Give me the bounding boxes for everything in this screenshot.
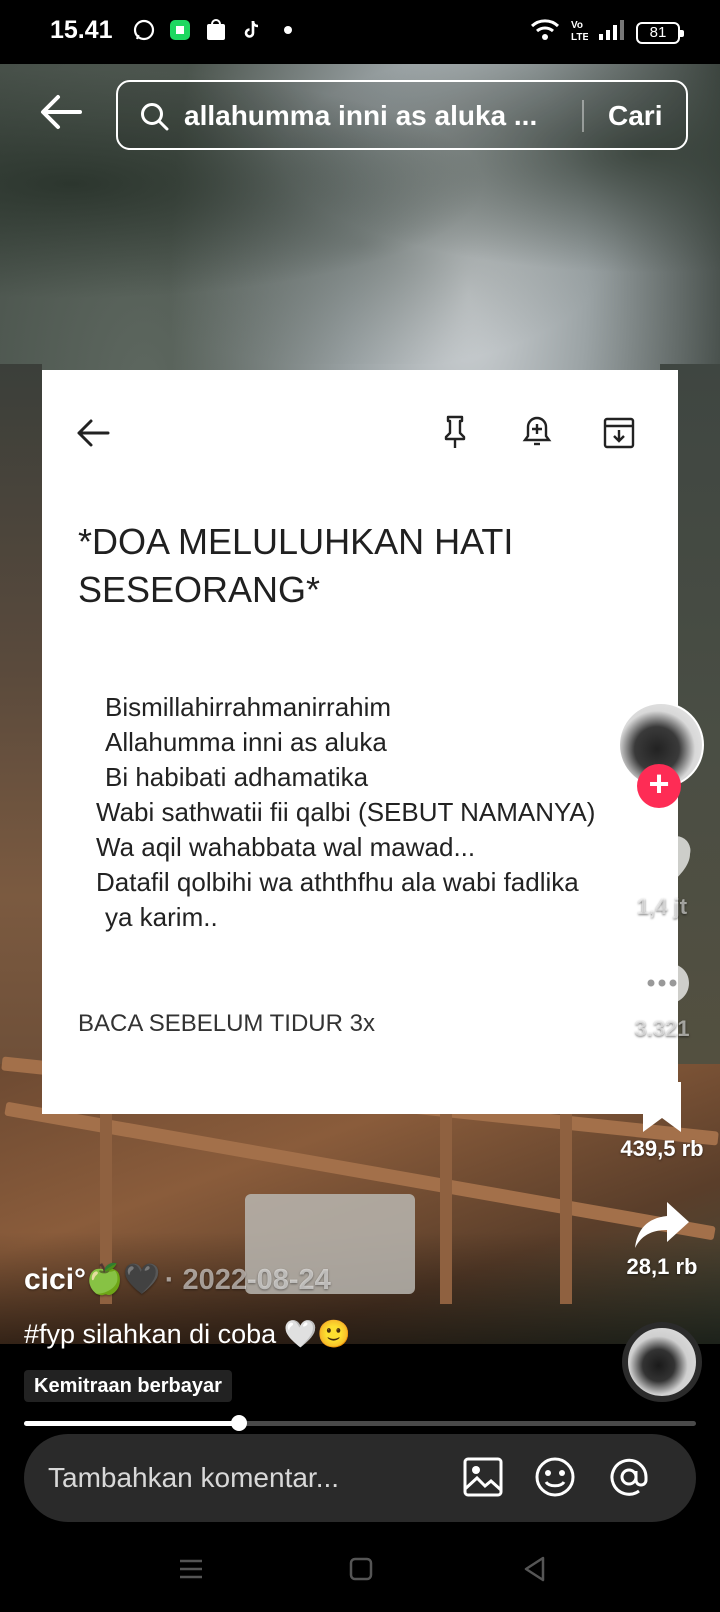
shopping-bag-icon [204, 18, 228, 42]
note-footer: BACA SEBELUM TIDUR 3x [78, 1010, 375, 1037]
username[interactable]: cici°🍏🖤 [24, 1263, 161, 1296]
save-count: 439,5 rb [620, 1136, 704, 1161]
deck-post [440, 1104, 452, 1304]
back-arrow-icon [41, 95, 82, 129]
note-line: ya karim.. [105, 902, 218, 932]
deck-post [560, 1114, 572, 1304]
comment-input[interactable]: Tambahkan komentar... [48, 1462, 339, 1494]
note-back-icon [77, 419, 110, 447]
video-progress-bar[interactable] [24, 1415, 696, 1431]
note-line: Wabi sathwatii fii qalbi (SEBUT NAMANYA) [96, 797, 596, 827]
search-input[interactable]: allahumma inni as aluka ... [184, 100, 537, 132]
system-indicators: Vo LTE 81 [530, 18, 684, 47]
back-button[interactable] [40, 94, 82, 130]
menu-icon[interactable] [176, 1554, 206, 1584]
like-count: 1,4 jt [636, 894, 688, 919]
volte-icon: Vo LTE [570, 18, 589, 47]
system-navigation-bar [0, 1532, 720, 1612]
paid-partnership-badge[interactable]: Kemitraan berbayar [24, 1370, 232, 1402]
share-count: 28,1 rb [626, 1254, 698, 1279]
save-button[interactable]: 439,5 rb [610, 1080, 714, 1162]
note-title: *DOA MELULUHKAN HATI SESEORANG* [78, 521, 514, 610]
search-icon [141, 103, 169, 131]
wifi-icon [530, 18, 560, 47]
signal-icon [598, 18, 626, 47]
share-button[interactable]: 28,1 rb [610, 1198, 714, 1280]
comment-button[interactable]: 3.321 [610, 958, 714, 1042]
comment-bar[interactable]: Tambahkan komentar... [24, 1434, 696, 1522]
whatsapp-icon [132, 18, 156, 42]
tiktok-icon [240, 18, 264, 42]
home-icon[interactable] [346, 1554, 376, 1584]
mention-icon[interactable] [608, 1456, 650, 1498]
comment-icon [635, 962, 689, 1011]
comment-count: 3.321 [634, 1016, 690, 1041]
caption-author[interactable]: cici°🍏🖤 · 2022-08-24 [24, 1262, 331, 1297]
search-divider [582, 100, 584, 132]
like-button[interactable]: 1,4 jt [610, 836, 714, 920]
note-line: Datafil qolbihi wa aththfhu ala wabi fad… [96, 867, 579, 897]
note-card: *DOA MELULUHKAN HATI SESEORANG* Bismilla… [42, 370, 678, 1114]
status-time: 15.41 [50, 16, 113, 44]
progress-fill [24, 1421, 240, 1426]
bookmark-icon [643, 1082, 681, 1132]
dot-icon [276, 18, 300, 42]
background-tower [0, 364, 42, 1124]
app-green-icon [168, 18, 192, 42]
battery-indicator: 81 [636, 21, 684, 44]
share-icon [635, 1202, 689, 1248]
status-bar: 15.41 Vo LTE 81 [0, 0, 720, 64]
progress-knob[interactable] [231, 1415, 248, 1431]
music-disc[interactable] [622, 1322, 702, 1402]
search-bar[interactable]: allahumma inni as aluka ... Cari [116, 80, 688, 150]
emoji-icon[interactable] [534, 1456, 576, 1498]
note-line: Bi habibati adhamatika [105, 762, 369, 792]
heart-icon [633, 836, 691, 890]
reminder-icon [522, 416, 552, 446]
post-date: · 2022-08-24 [164, 1264, 331, 1296]
image-icon[interactable] [462, 1456, 504, 1498]
pin-icon [444, 415, 466, 448]
note-line: Wa aqil wahabbata wal mawad... [96, 832, 476, 862]
svg-text:Vo: Vo [571, 20, 583, 31]
search-submit-button[interactable]: Cari [608, 100, 662, 132]
note-line: Allahumma inni as aluka [105, 727, 387, 757]
caption-text[interactable]: #fyp silahkan di coba 🤍🙂 [24, 1318, 351, 1350]
note-line: Bismillahirrahmanirrahim [105, 692, 392, 722]
follow-button[interactable]: + [637, 764, 681, 808]
note-body: Bismillahirrahmanirrahim Allahumma inni … [96, 690, 596, 935]
back-nav-icon[interactable] [520, 1554, 550, 1584]
svg-text:LTE: LTE [571, 32, 588, 42]
notification-icons [132, 18, 300, 42]
archive-icon [603, 417, 635, 449]
